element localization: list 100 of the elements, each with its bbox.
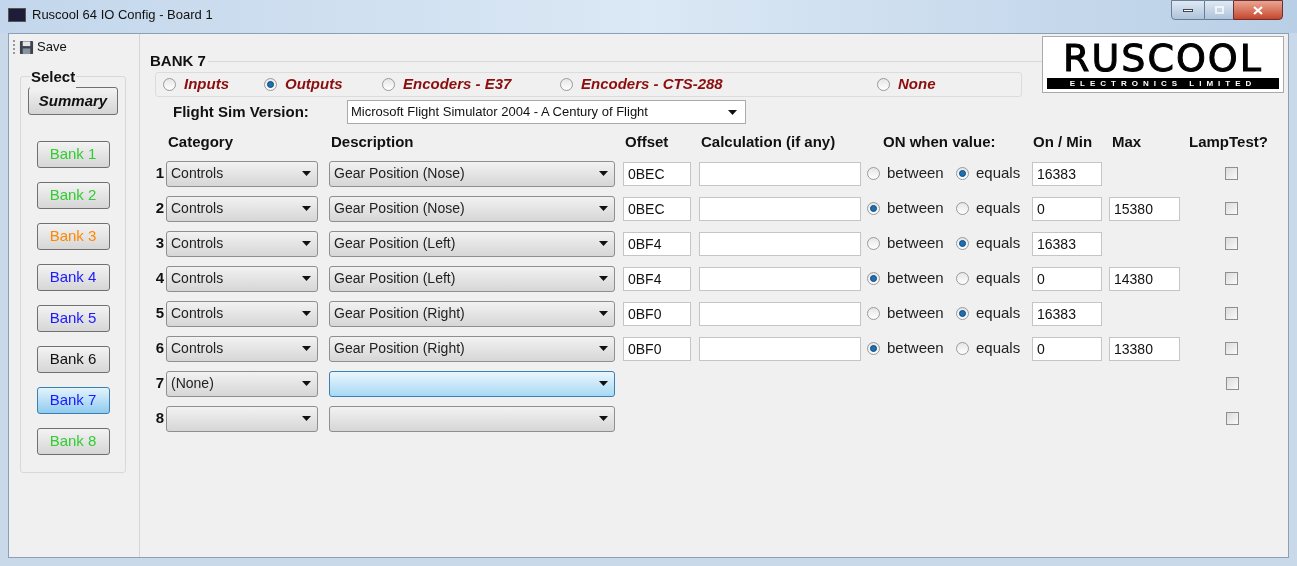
dropdown[interactable]: Gear Position (Nose) xyxy=(329,160,615,187)
text-field[interactable]: 14380 xyxy=(1109,266,1180,291)
text-field[interactable] xyxy=(699,231,861,256)
checkbox[interactable] xyxy=(1225,237,1238,250)
dropdown[interactable]: Microsoft Flight Simulator 2004 - A Century of Flight xyxy=(347,100,746,124)
text-field[interactable] xyxy=(699,196,861,221)
text-field[interactable]: 16383 xyxy=(1032,161,1102,186)
checkbox[interactable] xyxy=(1226,412,1239,425)
caret-icon xyxy=(302,381,311,386)
dropdown[interactable]: Controls xyxy=(166,335,318,362)
row-number: 7 xyxy=(154,373,165,394)
window-title: Ruscool 64 IO Config - Board 1 xyxy=(32,6,213,24)
text-field[interactable]: 16383 xyxy=(1032,301,1102,326)
caret-icon xyxy=(302,311,311,316)
caret-icon xyxy=(599,311,608,316)
caret-icon xyxy=(599,346,608,351)
mode-label: Inputs xyxy=(184,74,229,95)
dropdown[interactable]: Controls xyxy=(166,300,318,327)
dropdown[interactable] xyxy=(329,405,615,432)
dropdown[interactable] xyxy=(329,370,615,397)
dropdown[interactable]: Gear Position (Left) xyxy=(329,265,615,292)
bank-button[interactable]: Bank 4 xyxy=(36,264,110,291)
text-field[interactable]: 13380 xyxy=(1109,336,1180,361)
text-field[interactable] xyxy=(699,301,861,326)
text-field[interactable]: 0BF0 xyxy=(623,336,691,361)
checkbox[interactable] xyxy=(1225,202,1238,215)
radio-button[interactable] xyxy=(956,237,969,250)
radio-button[interactable] xyxy=(867,167,880,180)
group-title: BANK 7 xyxy=(150,50,206,71)
close-button[interactable] xyxy=(1233,0,1283,20)
dropdown[interactable]: Gear Position (Left) xyxy=(329,230,615,257)
column-header: ON when value: xyxy=(883,133,996,150)
column-header: LampTest? xyxy=(1189,133,1268,150)
text-field[interactable]: 0 xyxy=(1032,336,1102,361)
radio-button[interactable] xyxy=(163,78,176,91)
dropdown[interactable]: Gear Position (Nose) xyxy=(329,195,615,222)
column-header: On / Min xyxy=(1033,133,1093,150)
radio-label: between xyxy=(887,233,944,254)
summary-button[interactable]: Summary xyxy=(28,87,118,115)
radio-button[interactable] xyxy=(867,342,880,355)
radio-button[interactable] xyxy=(867,237,880,250)
text-field[interactable]: 0 xyxy=(1032,196,1102,221)
radio-label: between xyxy=(887,163,944,184)
text-field[interactable]: 16383 xyxy=(1032,231,1102,256)
bank-button[interactable]: Bank 7 xyxy=(36,387,110,414)
caret-icon xyxy=(302,346,311,351)
radio-button[interactable] xyxy=(956,202,969,215)
caret-icon xyxy=(599,381,608,386)
row-number: 1 xyxy=(154,163,165,184)
checkbox[interactable] xyxy=(1225,167,1238,180)
row-number: 3 xyxy=(154,233,165,254)
checkbox[interactable] xyxy=(1225,272,1238,285)
radio-label: between xyxy=(887,268,944,289)
checkbox[interactable] xyxy=(1225,342,1238,355)
radio-button[interactable] xyxy=(867,307,880,320)
dropdown[interactable] xyxy=(166,405,318,432)
bank-button[interactable]: Bank 6 xyxy=(36,346,110,373)
checkbox[interactable] xyxy=(1226,377,1239,390)
text-field[interactable]: 0BF0 xyxy=(623,301,691,326)
radio-button[interactable] xyxy=(956,307,969,320)
minimize-button[interactable] xyxy=(1171,0,1205,20)
radio-button[interactable] xyxy=(877,78,890,91)
radio-button[interactable] xyxy=(382,78,395,91)
text-field[interactable] xyxy=(699,266,861,291)
dropdown[interactable]: Controls xyxy=(166,195,318,222)
column-header: Max xyxy=(1112,133,1142,150)
caret-icon xyxy=(599,416,608,421)
bank-button[interactable]: Bank 5 xyxy=(36,305,110,332)
mode-label: Encoders - CTS-288 xyxy=(581,74,723,95)
checkbox[interactable] xyxy=(1225,307,1238,320)
text-field[interactable]: 0BF4 xyxy=(623,266,691,291)
dropdown[interactable]: Controls xyxy=(166,160,318,187)
caret-icon xyxy=(302,206,311,211)
text-field[interactable] xyxy=(699,336,861,361)
row-number: 2 xyxy=(154,198,165,219)
dropdown[interactable]: Controls xyxy=(166,265,318,292)
dropdown[interactable]: Gear Position (Right) xyxy=(329,335,615,362)
radio-label: between xyxy=(887,303,944,324)
mode-label: Outputs xyxy=(285,74,343,95)
radio-button[interactable] xyxy=(867,202,880,215)
text-field[interactable]: 0 xyxy=(1032,266,1102,291)
caret-icon xyxy=(302,416,311,421)
dropdown[interactable]: (None) xyxy=(166,370,318,397)
radio-button[interactable] xyxy=(560,78,573,91)
mode-label: Encoders - E37 xyxy=(403,74,512,95)
radio-button[interactable] xyxy=(956,167,969,180)
text-field[interactable] xyxy=(699,161,861,186)
radio-button[interactable] xyxy=(867,272,880,285)
save-button[interactable]: Save xyxy=(19,37,67,57)
radio-button[interactable] xyxy=(956,272,969,285)
dropdown[interactable]: Controls xyxy=(166,230,318,257)
column-header: Category xyxy=(168,133,234,150)
text-field[interactable]: 0BF4 xyxy=(623,231,691,256)
text-field[interactable]: 15380 xyxy=(1109,196,1180,221)
maximize-button[interactable] xyxy=(1205,0,1233,20)
radio-button[interactable] xyxy=(956,342,969,355)
dropdown[interactable]: Gear Position (Right) xyxy=(329,300,615,327)
text-field[interactable]: 0BEC xyxy=(623,196,691,221)
text-field[interactable]: 0BEC xyxy=(623,161,691,186)
radio-button[interactable] xyxy=(264,78,277,91)
